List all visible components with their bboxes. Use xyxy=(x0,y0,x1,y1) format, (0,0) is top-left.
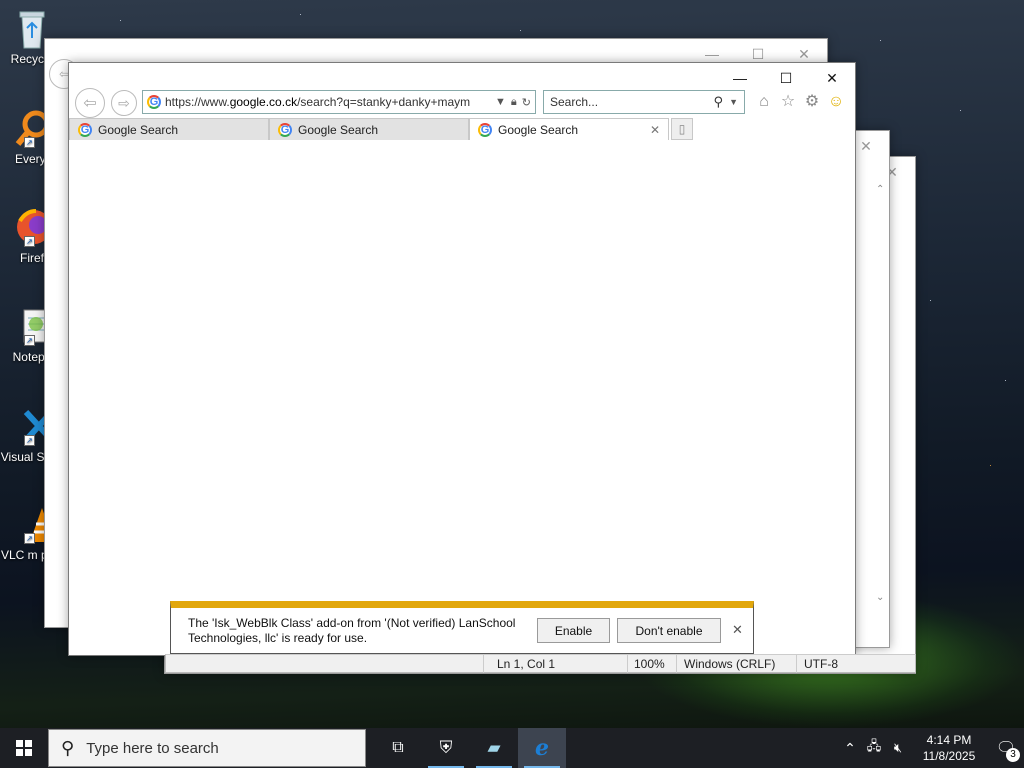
close-tab-icon[interactable]: ✕ xyxy=(650,123,660,137)
addon-notification-bar: The 'Isk_WebBlk Class' add-on from '(Not… xyxy=(170,601,754,654)
new-tab-button[interactable]: ▯ xyxy=(671,118,693,140)
taskbar-security-app[interactable]: ⛨ xyxy=(422,728,470,768)
dropdown-arrow-icon[interactable]: ▼ xyxy=(729,97,738,107)
tab-google-search-2[interactable]: G Google Search xyxy=(269,118,469,140)
tab-strip: G Google Search G Google Search G Google… xyxy=(69,118,855,140)
search-icon[interactable]: ⚲ xyxy=(714,94,724,110)
page-content[interactable] xyxy=(69,140,855,655)
taskbar-search-placeholder: Type here to search xyxy=(86,739,219,757)
google-favicon-icon: G xyxy=(478,122,492,137)
encoding: UTF-8 xyxy=(804,657,838,671)
search-input[interactable] xyxy=(550,95,714,109)
search-icon: ⚲ xyxy=(61,737,75,758)
back-arrow-icon: ⇦ xyxy=(83,95,97,112)
scroll-up-icon[interactable]: ⌃ xyxy=(876,184,884,195)
internet-explorer-window[interactable]: — ☐ ✕ ⇦ ⇨ G https://www.google.co.ck/sea… xyxy=(68,62,856,656)
gear-icon[interactable]: ⚙ xyxy=(803,93,821,111)
close-icon[interactable]: ✕ xyxy=(732,622,743,638)
taskbar: ⚲ Type here to search ⧉ ⛨ ▰ e ⌃ 🖧︎ 🔇︎ 4:… xyxy=(0,728,1024,768)
action-center-button[interactable]: 🗨︎ 3 xyxy=(988,728,1024,768)
zoom-level: 100% xyxy=(634,657,665,671)
start-button[interactable] xyxy=(0,728,48,768)
line-ending: Windows (CRLF) xyxy=(684,657,776,671)
task-view-icon: ⧉ xyxy=(392,739,404,756)
network-icon[interactable]: 🖧︎ xyxy=(862,737,886,759)
forward-arrow-icon: ⇨ xyxy=(118,94,130,111)
home-icon[interactable]: ⌂ xyxy=(755,93,773,111)
refresh-icon[interactable]: ↻ xyxy=(522,96,531,109)
address-bar[interactable]: G https://www.google.co.ck/search?q=stan… xyxy=(142,90,536,114)
new-tab-icon: ▯ xyxy=(678,122,686,136)
shortcut-arrow-icon: ↗ xyxy=(24,533,35,544)
lock-icon[interactable]: 🔒︎ xyxy=(511,96,517,109)
system-tray: ⌃ 🖧︎ 🔇︎ 4:14 PM 11/8/2025 🗨︎ 3 xyxy=(838,728,1024,768)
tab-label: Google Search xyxy=(298,122,379,137)
search-box[interactable]: ⚲ ▼ xyxy=(543,90,745,114)
shield-icon: ⛨ xyxy=(439,738,453,757)
google-favicon-icon: G xyxy=(78,122,92,137)
clock-date: 11/8/2025 xyxy=(922,749,976,763)
task-view-button[interactable]: ⧉ xyxy=(374,728,422,768)
tab-google-search-3[interactable]: G Google Search ✕ xyxy=(469,118,669,140)
notification-message: The 'Isk_WebBlk Class' add-on from '(Not… xyxy=(188,616,516,645)
shortcut-arrow-icon: ↗ xyxy=(24,236,35,247)
tab-label: Google Search xyxy=(98,122,179,137)
enable-button[interactable]: Enable xyxy=(537,618,610,643)
taskbar-search-box[interactable]: ⚲ Type here to search xyxy=(48,729,366,767)
address-url[interactable]: https://www.google.co.ck/search?q=stanky… xyxy=(161,95,490,109)
favorites-star-icon[interactable]: ☆ xyxy=(779,93,797,111)
windows-logo-icon xyxy=(16,740,32,756)
notification-count-badge: 3 xyxy=(1006,748,1020,762)
dont-enable-button[interactable]: Don't enable xyxy=(617,618,721,643)
notepad-icon: ▰ xyxy=(487,738,501,757)
forward-button[interactable]: ⇨ xyxy=(111,90,137,116)
shortcut-arrow-icon: ↗ xyxy=(24,435,35,446)
internet-explorer-icon: e xyxy=(535,735,549,761)
chevron-up-icon[interactable]: ⌃ xyxy=(838,740,862,757)
tab-label: Google Search xyxy=(498,122,579,137)
clock-time: 4:14 PM xyxy=(926,733,972,747)
taskbar-notepad-app[interactable]: ▰ xyxy=(470,728,518,768)
google-favicon-icon: G xyxy=(147,95,161,109)
dropdown-arrow-icon[interactable]: ▼ xyxy=(495,96,506,108)
back-button[interactable]: ⇦ xyxy=(75,88,105,118)
smiley-feedback-icon[interactable]: ☺ xyxy=(827,93,845,111)
tab-google-search-1[interactable]: G Google Search xyxy=(69,118,269,140)
taskbar-internet-explorer-app[interactable]: e xyxy=(518,728,566,768)
volume-muted-icon[interactable]: 🔇︎ xyxy=(886,740,910,756)
shortcut-arrow-icon: ↗ xyxy=(24,137,35,148)
google-favicon-icon: G xyxy=(278,122,292,137)
cursor-position: Ln 1, Col 1 xyxy=(497,657,556,671)
notepad-status-bar: Ln 1, Col 1 100% Windows (CRLF) UTF-8 xyxy=(165,654,916,673)
scroll-down-icon[interactable]: ⌄ xyxy=(876,592,884,603)
clock[interactable]: 4:14 PM 11/8/2025 xyxy=(916,732,982,764)
shortcut-arrow-icon: ↗ xyxy=(24,335,35,346)
navigation-bar: ⇦ ⇨ G https://www.google.co.ck/search?q=… xyxy=(69,88,855,118)
